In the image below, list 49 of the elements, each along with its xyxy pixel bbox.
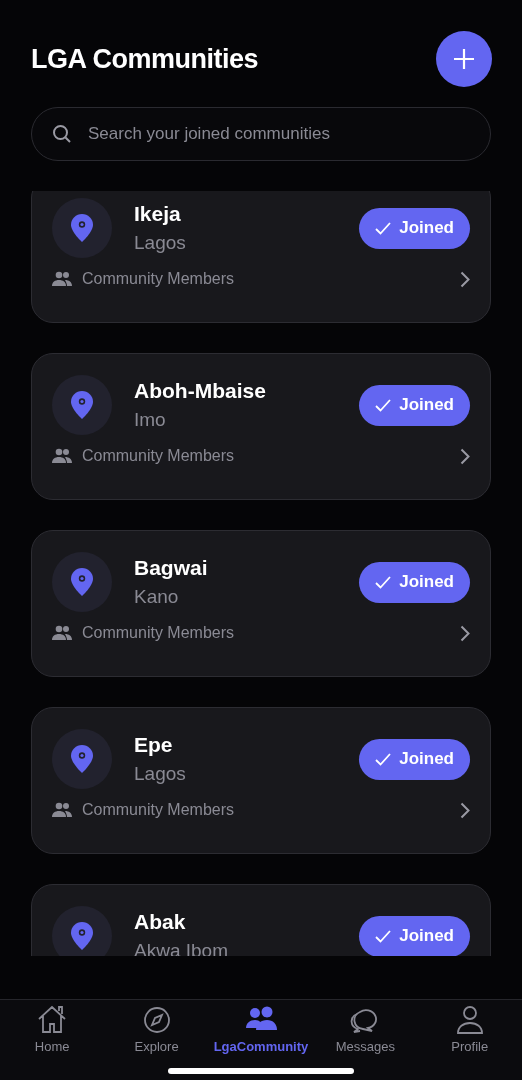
joined-button[interactable]: Joined — [359, 384, 470, 426]
tab-item[interactable]: Profile — [419, 1004, 520, 1054]
chevron-right-icon[interactable] — [460, 270, 470, 288]
map-pin-icon — [71, 214, 93, 242]
tab-item[interactable]: Explore — [106, 1004, 207, 1054]
search-field[interactable]: Search your joined communities — [31, 107, 491, 161]
people-icon — [52, 625, 72, 641]
people-icon — [52, 802, 72, 818]
state-name: Lagos — [134, 232, 187, 254]
chevron-right-icon[interactable] — [460, 624, 470, 642]
joined-button[interactable]: Joined — [359, 561, 470, 603]
check-icon — [375, 221, 392, 235]
check-icon — [375, 752, 392, 766]
state-name: Kano — [134, 586, 180, 608]
joined-button[interactable]: Joined — [359, 207, 470, 249]
community-name: Bagwai — [134, 556, 209, 580]
map-pin-icon — [71, 568, 93, 596]
people-icon — [52, 448, 72, 464]
state-name: Imo — [134, 409, 167, 431]
state-name: Lagos — [134, 763, 187, 785]
plus-icon — [453, 48, 475, 70]
people-icon — [52, 271, 72, 287]
chevron-right-icon[interactable] — [460, 801, 470, 819]
members-label: Community Members — [82, 801, 236, 819]
tab-item[interactable]: Messages — [315, 1004, 416, 1054]
map-pin-icon — [71, 745, 93, 773]
map-pin-icon — [71, 922, 93, 950]
members-label: Community Members — [82, 270, 236, 288]
map-pin-icon — [71, 391, 93, 419]
community-name: Ikeja — [134, 202, 182, 226]
check-icon — [375, 398, 392, 412]
joined-button[interactable]: Joined — [359, 738, 470, 780]
chevron-right-icon[interactable] — [460, 447, 470, 465]
joined-button[interactable]: Joined — [359, 915, 470, 956]
check-icon — [375, 929, 392, 943]
check-icon — [375, 575, 392, 589]
members-label: Community Members — [82, 624, 236, 642]
add-button[interactable] — [436, 31, 492, 87]
page-title: LGA Communities — [31, 43, 258, 75]
community-name: Abak — [134, 910, 187, 934]
community-name: Epe — [134, 733, 174, 757]
community-card[interactable]: Ikeja Lagos Joined Community Members — [31, 191, 491, 323]
community-card[interactable]: Aboh-Mbaise Imo Joined Community Members — [31, 353, 491, 500]
community-name: Aboh-Mbaise — [134, 379, 267, 403]
members-label: Community Members — [82, 447, 236, 465]
tab-item[interactable]: Home — [2, 1004, 103, 1054]
community-card[interactable]: Bagwai Kano Joined Community Members — [31, 530, 491, 677]
community-card[interactable]: Epe Lagos Joined Community Members — [31, 707, 491, 854]
tab-item[interactable]: LgaCommunity — [210, 1004, 311, 1054]
